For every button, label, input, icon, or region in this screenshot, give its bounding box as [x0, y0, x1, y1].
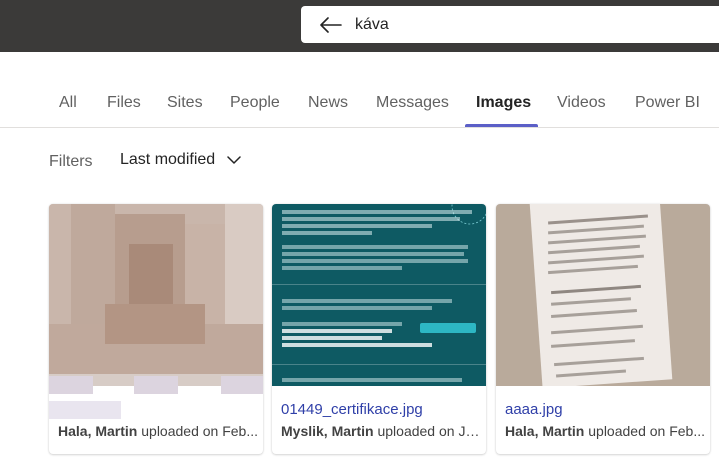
uploader-name: Hala, Martin [505, 423, 585, 439]
image-thumbnail[interactable] [49, 204, 263, 386]
tab-videos[interactable]: Videos [557, 94, 606, 112]
chevron-down-icon [227, 156, 241, 164]
tab-all[interactable]: All [59, 94, 77, 112]
upload-info: uploaded on Feb... [137, 423, 258, 439]
uploader-name: Hala, Martin [58, 423, 138, 439]
card-meta: Hala, Martin uploaded on Feb... [505, 423, 705, 439]
upload-info: uploaded on Ju... [373, 423, 481, 439]
search-input[interactable]: káva [355, 16, 389, 34]
blurred-title-block [49, 376, 93, 394]
image-result-card[interactable]: aaaa.jpg Hala, Martin uploaded on Feb... [496, 204, 710, 454]
image-thumbnail[interactable] [496, 204, 710, 386]
tab-news[interactable]: News [308, 94, 348, 112]
dropdown-label: Last modified [120, 151, 216, 168]
search-box[interactable]: káva [301, 6, 719, 43]
tab-sites[interactable]: Sites [167, 94, 203, 112]
tab-people[interactable]: People [230, 94, 280, 112]
last-modified-dropdown[interactable]: Last modified [120, 151, 241, 169]
card-title[interactable]: aaaa.jpg [505, 401, 563, 418]
image-thumbnail[interactable] [272, 204, 486, 386]
uploader-name: Myslik, Martin [281, 423, 374, 439]
image-result-card[interactable]: Hala, Martin uploaded on Feb... [49, 204, 263, 454]
filters-label: Filters [49, 153, 93, 170]
blurred-title-block [49, 401, 121, 419]
upload-info: uploaded on Feb... [584, 423, 705, 439]
card-meta: Hala, Martin uploaded on Feb... [58, 423, 258, 439]
top-bar: káva [0, 0, 719, 52]
tab-power-bi[interactable]: Power BI [635, 94, 700, 112]
tab-files[interactable]: Files [107, 94, 141, 112]
back-arrow-icon[interactable] [311, 6, 351, 43]
card-title[interactable]: 01449_certifikace.jpg [281, 401, 423, 418]
tab-messages[interactable]: Messages [376, 94, 449, 112]
result-type-tabs: All Files Sites People News Messages Ima… [0, 84, 719, 128]
tab-images[interactable]: Images [476, 94, 531, 112]
active-tab-indicator [465, 124, 538, 127]
blurred-title-block [134, 376, 178, 394]
card-meta: Myslik, Martin uploaded on Ju... [281, 423, 481, 439]
blurred-title-block [221, 376, 263, 394]
image-result-card[interactable]: 01449_certifikace.jpg Myslik, Martin upl… [272, 204, 486, 454]
